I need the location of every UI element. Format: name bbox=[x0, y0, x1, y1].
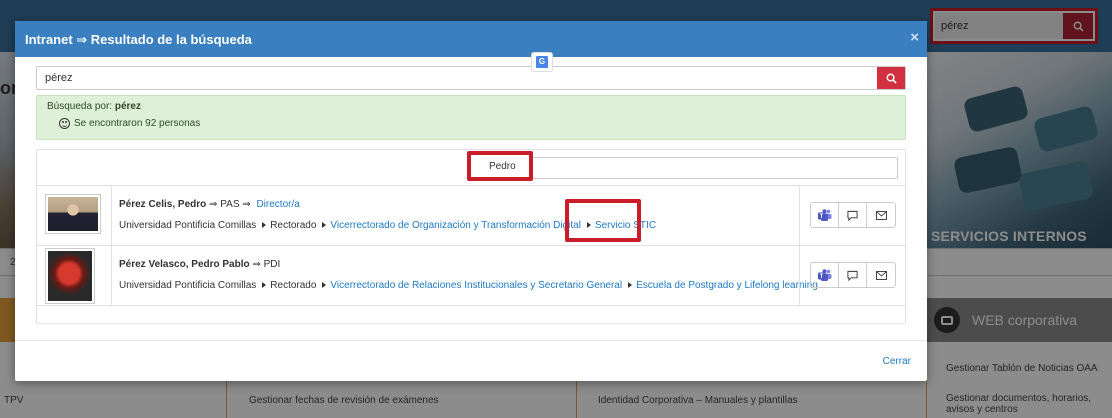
mail-button[interactable] bbox=[867, 263, 895, 287]
results-panel: Pedro Pérez Celis, Pedro ⇒ PAS ⇒ Directo… bbox=[36, 149, 906, 324]
org-link[interactable]: Escuela de Postgrado y Lifelong learning bbox=[636, 280, 818, 291]
translate-icon[interactable]: G bbox=[531, 52, 553, 72]
contact-actions: T bbox=[810, 262, 896, 288]
modal-search-input[interactable]: pérez bbox=[37, 67, 877, 89]
person-type: PAS bbox=[220, 199, 240, 210]
smiley-icon bbox=[59, 118, 70, 129]
search-by-label: Búsqueda por: bbox=[47, 101, 113, 112]
search-term: pérez bbox=[114, 101, 141, 112]
modal-footer: Cerrar bbox=[15, 340, 927, 381]
person-role-link[interactable]: Director/a bbox=[256, 199, 299, 210]
teams-icon: T bbox=[817, 208, 831, 221]
svg-text:T: T bbox=[819, 214, 823, 220]
mail-icon bbox=[875, 270, 887, 280]
contact-actions: T bbox=[810, 202, 896, 228]
svg-text:T: T bbox=[819, 274, 823, 280]
teams-icon: T bbox=[817, 268, 831, 281]
result-count-text: Se encontraron 92 personas bbox=[74, 118, 201, 129]
chat-button[interactable] bbox=[839, 263, 867, 287]
chat-icon bbox=[847, 210, 858, 221]
mail-button[interactable] bbox=[867, 203, 895, 227]
search-summary-alert: Búsqueda por: pérez Se encontraron 92 pe… bbox=[36, 95, 906, 140]
modal-title: Intranet ⇒ Resultado de la búsqueda bbox=[25, 32, 252, 47]
close-modal-link[interactable]: Cerrar bbox=[883, 356, 911, 367]
chat-icon bbox=[847, 270, 858, 281]
close-icon[interactable]: × bbox=[910, 30, 919, 45]
org-mid: Rectorado bbox=[270, 220, 317, 231]
person-type: PDI bbox=[263, 259, 281, 270]
person-photo bbox=[45, 194, 101, 234]
modal-header: Intranet ⇒ Resultado de la búsqueda × bbox=[15, 21, 927, 57]
highlight-box bbox=[565, 199, 641, 242]
teams-button[interactable]: T bbox=[811, 203, 839, 227]
filter-value-highlighted[interactable]: Pedro bbox=[467, 151, 533, 181]
filter-row: Pedro bbox=[37, 150, 905, 186]
modal-search-box: pérez bbox=[36, 66, 906, 90]
search-icon bbox=[886, 73, 897, 84]
search-results-modal: Intranet ⇒ Resultado de la búsqueda × G … bbox=[15, 21, 927, 381]
person-row: Pérez Celis, Pedro ⇒ PAS ⇒ Director/a Un… bbox=[37, 186, 905, 246]
person-name: Pérez Celis, Pedro bbox=[119, 199, 207, 210]
person-photo bbox=[45, 248, 95, 304]
modal-search-button[interactable] bbox=[877, 67, 905, 89]
person-row: Pérez Velasco, Pedro Pablo ⇒ PDI Univers… bbox=[37, 246, 905, 306]
org-root: Universidad Pontificia Comillas bbox=[119, 280, 257, 291]
mail-icon bbox=[875, 210, 887, 220]
person-name: Pérez Velasco, Pedro Pablo bbox=[119, 259, 250, 270]
chat-button[interactable] bbox=[839, 203, 867, 227]
teams-button[interactable]: T bbox=[811, 263, 839, 287]
org-link[interactable]: Vicerrectorado de Organización y Transfo… bbox=[330, 220, 581, 231]
org-mid: Rectorado bbox=[270, 280, 317, 291]
org-link[interactable]: Vicerrectorado de Relaciones Institucion… bbox=[330, 280, 622, 291]
org-root: Universidad Pontificia Comillas bbox=[119, 220, 257, 231]
